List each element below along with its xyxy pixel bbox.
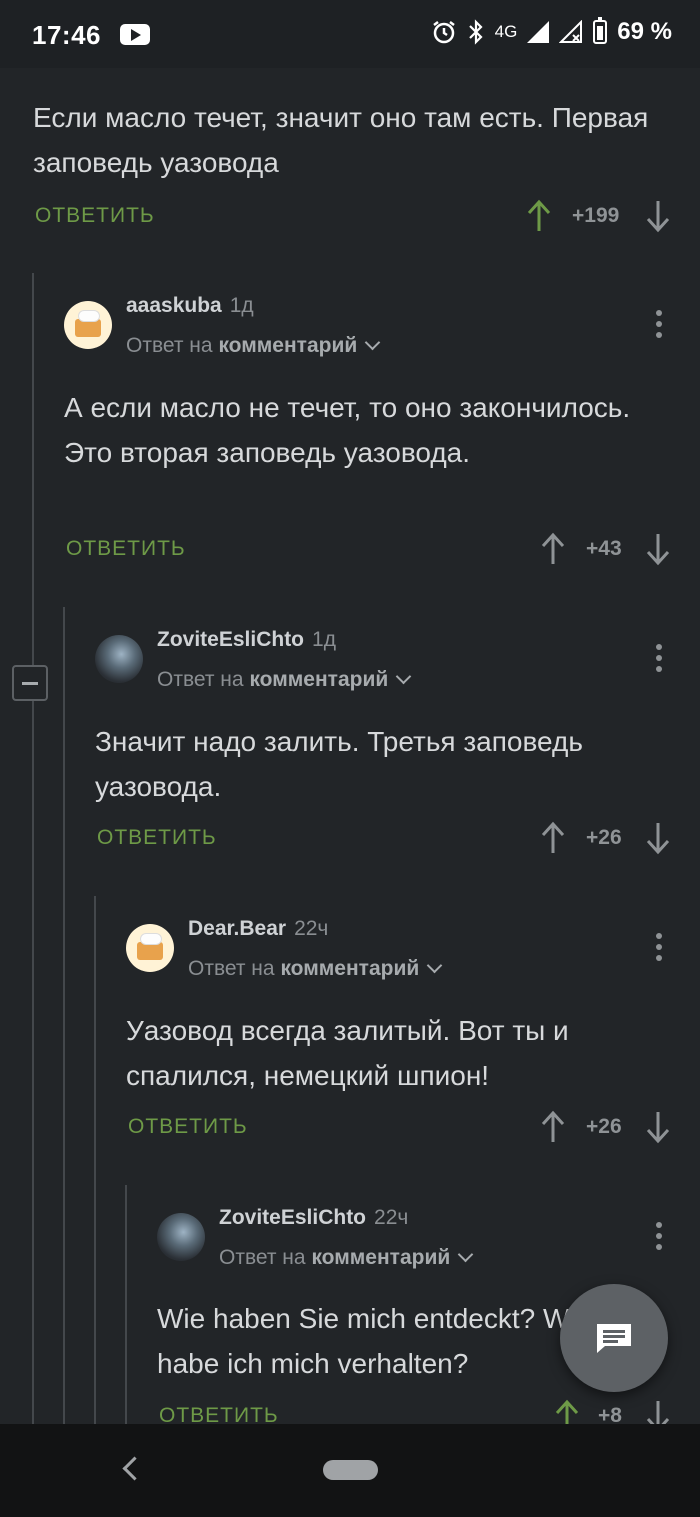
home-pill-icon[interactable] [323,1460,378,1480]
reply-to-link[interactable]: комментарий [280,957,419,980]
reply-to-prefix: Ответ на [188,957,275,980]
no-wifi-icon [559,20,583,43]
youtube-icon [120,24,150,45]
reply-to[interactable]: Ответ на комментарий [126,334,381,358]
comment-author[interactable]: ZoviteEsliChto 1д [157,628,336,652]
reply-button[interactable]: ОТВЕТИТЬ [97,826,217,850]
score: +199 [572,204,620,227]
reply-to-link[interactable]: комментарий [249,668,388,691]
upvote-icon[interactable] [541,1110,565,1144]
top-comment-text: Если масло течет, значит оно там есть. П… [33,102,649,178]
status-icons: 4G 69 % [431,17,672,46]
author-name[interactable]: ZoviteEsliChto [157,628,304,651]
reply-to-prefix: Ответ на [219,1246,306,1269]
downvote-icon[interactable] [646,821,670,855]
comment-icon [597,1324,631,1353]
reply-to-link[interactable]: комментарий [218,334,357,357]
author-name[interactable]: ZoviteEsliChto [219,1206,366,1229]
network-type: 4G [494,22,518,41]
collapse-thread-button[interactable] [12,665,48,701]
reply-button[interactable]: ОТВЕТИТЬ [66,537,186,561]
comment-text: А если масло не течет, то оно закончилос… [64,392,631,468]
chevron-down-icon[interactable] [364,334,381,351]
score: +43 [586,537,622,560]
reply-button[interactable]: ОТВЕТИТЬ [35,204,155,228]
comment-text: Уазовод всегда залитый. Вот ты и спалилс… [126,1015,569,1091]
more-icon[interactable] [656,310,662,340]
reply-to-link[interactable]: комментарий [311,1246,450,1269]
chevron-down-icon[interactable] [426,957,443,974]
avatar[interactable] [95,635,143,683]
reply-button[interactable]: ОТВЕТИТЬ [128,1115,248,1139]
thread-line-3 [94,896,96,1424]
bluetooth-icon [468,19,483,45]
comment-text: Значит надо залить. Третья заповедь уазо… [95,726,583,802]
author-name[interactable]: Dear.Bear [188,917,286,940]
avatar[interactable] [64,301,112,349]
author-name[interactable]: aaaskuba [126,294,222,317]
thread-line-2 [63,607,65,1424]
chevron-down-icon[interactable] [457,1246,474,1263]
thread-line-4 [125,1185,127,1424]
more-icon[interactable] [656,933,662,963]
avatar[interactable] [157,1213,205,1261]
more-icon[interactable] [656,644,662,674]
reply-to[interactable]: Ответ на комментарий [157,668,412,692]
comment-time: 22ч [294,917,329,940]
comment-author[interactable]: ZoviteEsliChto 22ч [219,1206,408,1230]
score: +26 [586,1115,622,1138]
chevron-down-icon[interactable] [395,668,412,685]
upvote-icon[interactable] [541,821,565,855]
comment-time: 22ч [374,1206,409,1229]
signal-icon [527,21,550,43]
battery-icon [593,17,608,44]
alarm-icon [432,21,455,44]
reply-to-prefix: Ответ на [157,668,244,691]
battery-percent: 69 % [617,18,672,45]
comment-time: 1д [229,294,254,317]
comment-time: 1д [312,628,336,651]
upvote-icon[interactable] [541,532,565,566]
downvote-icon[interactable] [646,532,670,566]
score: +26 [586,826,622,849]
more-icon[interactable] [656,1222,662,1252]
write-comment-button[interactable] [560,1284,668,1392]
avatar[interactable] [126,924,174,972]
status-time: 17:46 [32,20,101,50]
thread-line-1 [32,273,34,1424]
reply-to[interactable]: Ответ на комментарий [219,1246,474,1270]
comment-author[interactable]: Dear.Bear 22ч [188,917,328,941]
comment-author[interactable]: aaaskuba 1д [126,294,254,318]
reply-to[interactable]: Ответ на комментарий [188,957,443,981]
upvote-icon[interactable] [527,199,551,233]
reply-to-prefix: Ответ на [126,334,213,357]
downvote-icon[interactable] [646,1110,670,1144]
downvote-icon[interactable] [646,199,670,233]
status-bar: 17:46 4G 69 % [0,0,700,68]
